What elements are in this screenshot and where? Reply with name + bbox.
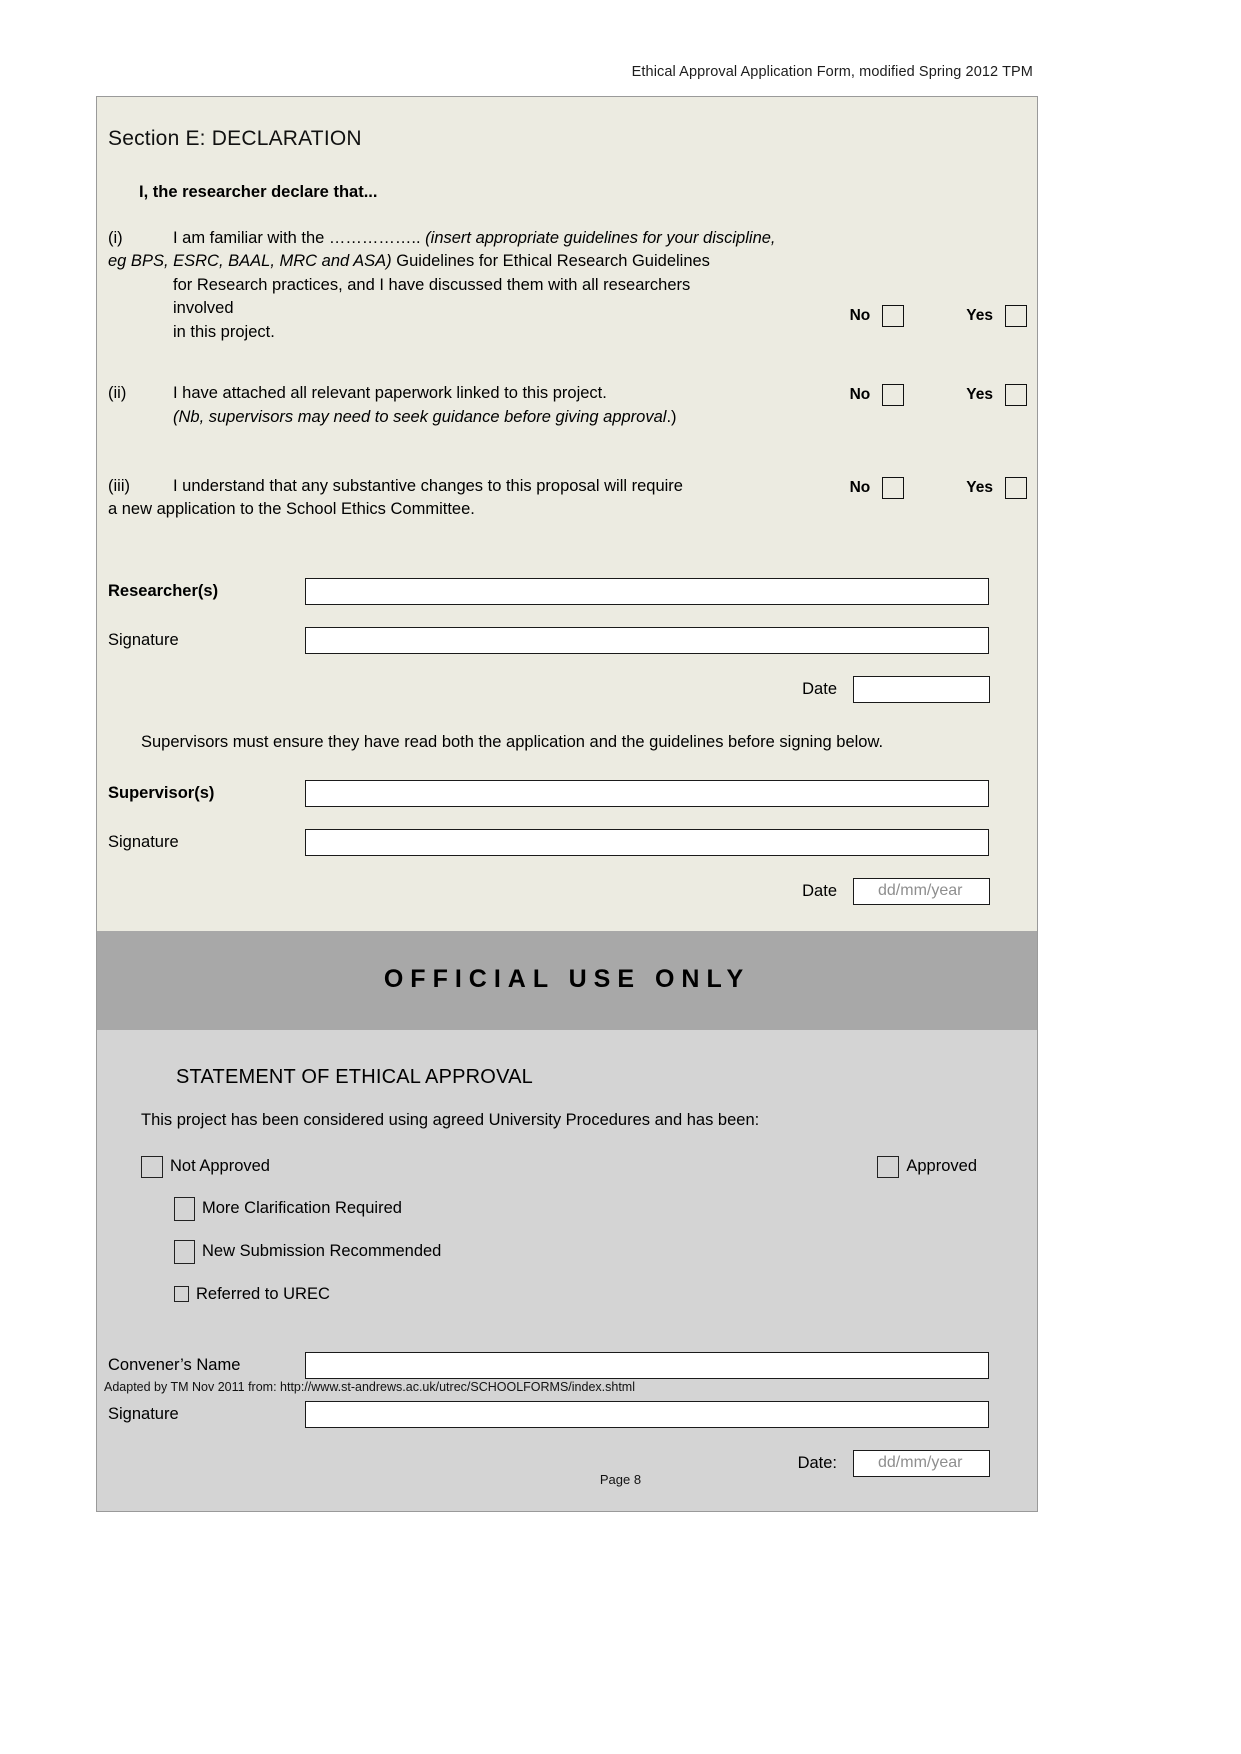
document-page: Ethical Approval Application Form, modif…: [0, 0, 1241, 1754]
convener-signature-row: Signature: [97, 1400, 1037, 1428]
page-title: Section E: DECLARATION: [108, 127, 362, 150]
researcher-date-label: Date: [802, 679, 837, 698]
option-row-more-clarification: More Clarification Required: [97, 1196, 1037, 1221]
convener-signature-label: Signature: [108, 1404, 179, 1423]
item-i-line3: for Research practices, and I have discu…: [173, 275, 691, 294]
declaration-item-iii-text: (iii) I understand that any substantive c…: [108, 475, 808, 522]
item-marker-ii: (ii): [108, 384, 127, 403]
option-row-referred-urec: Referred to UREC: [97, 1285, 1037, 1304]
item-i-yesno-group: No Yes: [792, 305, 1027, 327]
researcher-signature-label: Signature: [108, 630, 179, 649]
researcher-signature-row: Signature: [97, 626, 1037, 654]
item-iii-yes-checkbox[interactable]: [1005, 476, 1027, 499]
convener-label: Convener’s Name: [108, 1355, 241, 1374]
item-ii-yes-checkbox[interactable]: [1005, 384, 1027, 407]
convener-date-placeholder: dd/mm/year: [878, 1454, 963, 1472]
convener-date-label: Date:: [797, 1453, 837, 1472]
supervisor-date-row: Date dd/mm/year: [97, 877, 1037, 905]
item-i-line2b: Guidelines for Ethical Research Guidelin…: [396, 252, 710, 271]
item-i-yes-label: Yes: [966, 307, 993, 324]
item-iii-no-checkbox[interactable]: [882, 476, 905, 499]
page-number: Page 8: [599, 1472, 642, 1487]
statement-title: STATEMENT OF ETHICAL APPROVAL: [176, 1065, 533, 1088]
supervisor-signature-row: Signature: [97, 828, 1037, 856]
convener-signature-input[interactable]: [305, 1400, 989, 1428]
option-row-not-approved: Not Approved Approved: [97, 1155, 1037, 1178]
supervisor-input[interactable]: [305, 779, 989, 807]
running-header: Ethical Approval Application Form, modif…: [631, 64, 1033, 80]
declaration-item-iii: (iii) I understand that any substantive c…: [97, 475, 1037, 522]
researcher-signature-input[interactable]: [305, 626, 989, 654]
supervisor-label: Supervisor(s): [108, 783, 215, 802]
referred-urec-checkbox[interactable]: [174, 1286, 189, 1303]
item-iii-no-label: No: [849, 478, 871, 496]
item-ii-yes-label: Yes: [966, 386, 993, 404]
researcher-label: Researcher(s): [108, 581, 219, 600]
item-i-line1b: (insert appropriate guidelines for your …: [425, 229, 776, 247]
researcher-input[interactable]: [305, 577, 989, 605]
supervisor-signature-input[interactable]: [305, 828, 989, 856]
more-clarification-label: More Clarification Required: [202, 1199, 402, 1218]
item-ii-line2-italic: (Nb, supervisors may need to seek guidan…: [173, 407, 667, 426]
item-i-no-checkbox[interactable]: [882, 305, 905, 327]
item-i-line5: in this project.: [173, 322, 275, 341]
declaration-item-i: (i) I am familiar with the …………….. (inser…: [97, 227, 1037, 344]
item-ii-no-label: No: [849, 386, 871, 404]
form-frame: Section E: DECLARATION I, the researcher…: [96, 96, 1038, 1512]
adapted-from-note: Adapted by TM Nov 2011 from: http://www.…: [104, 1380, 635, 1394]
supervisor-date-placeholder: dd/mm/year: [878, 882, 963, 900]
item-i-line4: involved: [173, 299, 234, 318]
item-iii-yes-label: Yes: [966, 478, 993, 496]
item-i-yes-checkbox[interactable]: [1005, 305, 1027, 327]
item-ii-yesno-group: No Yes: [792, 384, 1027, 407]
approved-label: Approved: [906, 1157, 977, 1176]
approved-checkbox[interactable]: [877, 1155, 900, 1178]
new-submission-checkbox[interactable]: [174, 1239, 195, 1264]
referred-urec-label: Referred to UREC: [196, 1284, 330, 1303]
convener-input[interactable]: [305, 1351, 989, 1379]
approved-group: Approved: [877, 1155, 977, 1178]
item-iii-line1: I understand that any substantive change…: [173, 476, 683, 495]
item-i-line1a: I am familiar with the ……………..: [173, 229, 421, 247]
declaration-item-i-text: (i) I am familiar with the …………….. (inser…: [108, 227, 808, 344]
item-marker-i: (i): [108, 229, 123, 247]
statement-subtitle: This project has been considered using a…: [141, 1110, 760, 1129]
supervisor-signature-label: Signature: [108, 832, 179, 851]
official-use-section: STATEMENT OF ETHICAL APPROVAL This proje…: [97, 1029, 1037, 1511]
supervisor-note: Supervisors must ensure they have read b…: [141, 732, 884, 751]
not-approved-checkbox[interactable]: [141, 1155, 163, 1178]
item-i-no-label: No: [849, 307, 871, 324]
new-submission-label: New Submission Recommended: [202, 1242, 442, 1261]
option-row-new-submission: New Submission Recommended: [97, 1239, 1037, 1264]
convener-row: Convener’s Name: [97, 1351, 1037, 1379]
researcher-row: Researcher(s): [97, 577, 1037, 605]
supervisor-row: Supervisor(s): [97, 779, 1037, 807]
declaration-section: Section E: DECLARATION I, the researcher…: [97, 97, 1037, 931]
more-clarification-checkbox[interactable]: [174, 1196, 195, 1221]
supervisor-date-input[interactable]: dd/mm/year: [853, 877, 990, 905]
item-iii-line2: a new application to the School Ethics C…: [108, 500, 475, 519]
declaration-item-ii-text: (ii) I have attached all relevant paperwo…: [108, 382, 808, 429]
not-approved-label: Not Approved: [170, 1157, 270, 1176]
item-marker-iii: (iii): [108, 476, 130, 495]
official-use-only-banner: OFFICIAL USE ONLY: [97, 930, 1037, 1030]
researcher-date-row: Date: [97, 675, 1037, 703]
researcher-date-input[interactable]: [853, 675, 990, 703]
item-ii-line1: I have attached all relevant paperwork l…: [173, 384, 607, 403]
item-iii-yesno-group: No Yes: [792, 476, 1027, 499]
declaration-item-ii: (ii) I have attached all relevant paperwo…: [97, 382, 1037, 429]
declaration-lead-in: I, the researcher declare that...: [139, 183, 378, 201]
item-i-line2a: eg BPS, ESRC, BAAL, MRC and ASA): [108, 252, 392, 271]
supervisor-date-label: Date: [802, 881, 837, 900]
item-ii-line2-tail: .): [666, 407, 677, 426]
item-ii-no-checkbox[interactable]: [882, 384, 905, 407]
